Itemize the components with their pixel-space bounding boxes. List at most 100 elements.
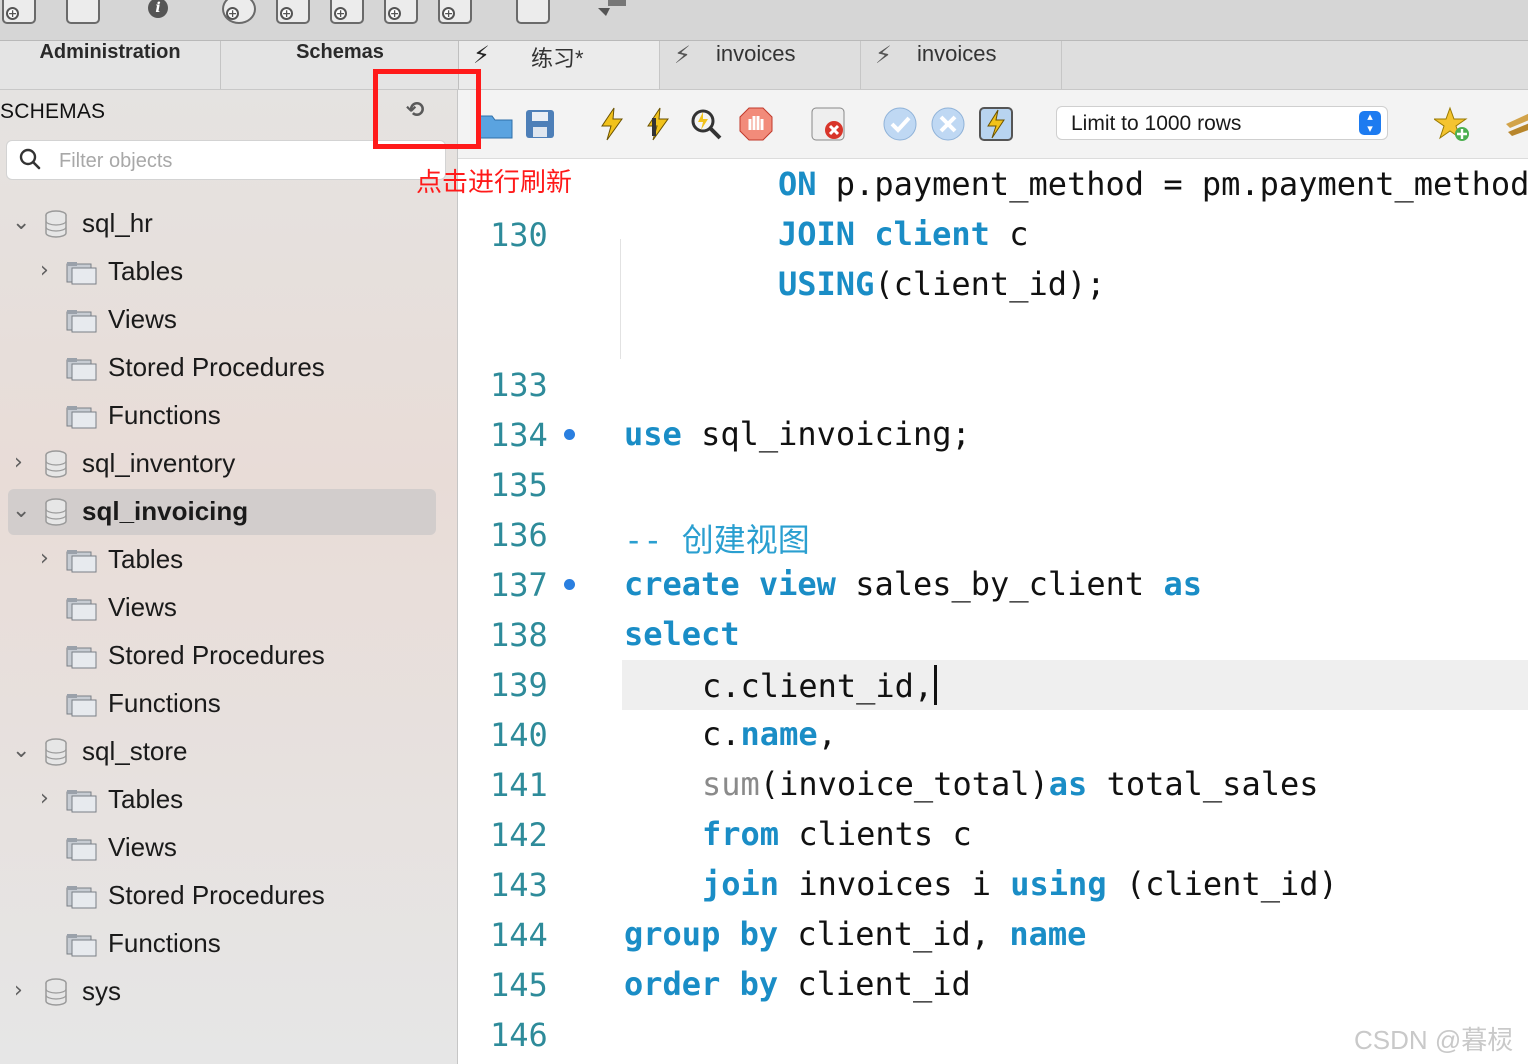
limit-rows-select[interactable]: Limit to 1000 rows ▴ ▾ [1056, 106, 1388, 140]
tree-label: Views [108, 832, 177, 862]
execute-icon[interactable] [594, 106, 630, 142]
create-procedure-icon[interactable]: + [384, 0, 418, 24]
line-number: 141 [490, 766, 548, 804]
database-icon [45, 978, 67, 1006]
schemas-sidebar: SCHEMAS ⟲ ⌄ sql_hr › Tables Views Stored… [0, 90, 458, 1064]
inspector-info-icon[interactable]: i [142, 0, 176, 24]
create-table-icon[interactable]: + [276, 0, 310, 24]
chevron-right-icon[interactable]: › [40, 546, 49, 571]
commit-icon[interactable] [882, 106, 918, 142]
schema-sql-hr[interactable]: ⌄ sql_hr [0, 200, 456, 248]
code-line: 141 sum(invoice_total)as total_sales [458, 760, 1528, 810]
limit-rows-value: Limit to 1000 rows [1071, 112, 1242, 135]
folder-views[interactable]: Views [0, 824, 456, 872]
tree-label: Functions [108, 688, 221, 718]
chevron-down-icon[interactable]: ⌄ [12, 738, 30, 763]
database-icon [45, 738, 67, 766]
refresh-highlight-box [373, 69, 481, 149]
schema-sql-inventory[interactable]: › sql_inventory [0, 440, 456, 488]
folder-tables[interactable]: › Tables [0, 536, 456, 584]
code-comment: -- 创建视图 [624, 521, 810, 559]
folder-icon [66, 358, 97, 381]
tree-label: sql_invoicing [82, 496, 249, 526]
code-line: 135 [458, 460, 1528, 510]
statement-marker-icon [564, 429, 575, 440]
code-text: create view sales_by_client as [624, 565, 1202, 603]
explain-icon[interactable] [688, 106, 724, 142]
query-tab-practice[interactable]: ⚡ 练习* [459, 41, 660, 89]
tab-administration[interactable]: Administration [0, 41, 221, 89]
folder-icon [66, 934, 97, 957]
new-sql-tab-icon[interactable]: + [2, 0, 36, 24]
line-number: 146 [490, 1016, 548, 1054]
code-text: ON p.payment_method = pm.payment_method [778, 165, 1528, 203]
code-text: group by client_id, name [624, 915, 1087, 953]
execute-current-icon[interactable] [640, 106, 676, 142]
tree-label: Functions [108, 400, 221, 430]
line-number: 136 [490, 516, 548, 554]
open-folder-icon[interactable] [478, 106, 514, 142]
code-text: USING(client_id); [778, 265, 1106, 303]
sql-editor[interactable]: ON p.payment_method = pm.payment_method … [458, 159, 1528, 1064]
folder-functions[interactable]: Functions [0, 680, 456, 728]
lightning-icon: ⚡ [674, 41, 691, 69]
folder-tables[interactable]: › Tables [0, 776, 456, 824]
code-line: 138 select [458, 610, 1528, 660]
create-schema-icon[interactable]: + [222, 0, 256, 24]
line-number: 142 [490, 816, 548, 854]
folder-icon [66, 886, 97, 909]
code-text: from clients c [702, 815, 972, 853]
rollback-icon[interactable] [930, 106, 966, 142]
folder-views[interactable]: Views [0, 584, 456, 632]
line-number: 138 [490, 616, 548, 654]
folder-tables[interactable]: › Tables [0, 248, 456, 296]
create-view-icon[interactable]: + [330, 0, 364, 24]
add-snippet-icon[interactable] [1434, 106, 1470, 142]
stop-icon[interactable] [738, 106, 774, 142]
query-tab-label: invoices [917, 41, 997, 66]
search-table-data-icon[interactable] [516, 0, 550, 24]
code-line: 145 order by client_id [458, 960, 1528, 1010]
tree-label: Tables [108, 544, 184, 574]
code-text: use sql_invoicing; [624, 415, 971, 453]
schemas-header: SCHEMAS [0, 100, 106, 123]
beautify-icon[interactable] [1502, 106, 1528, 142]
editor-toolbar: Limit to 1000 rows ▴ ▾ [458, 90, 1528, 159]
code-line: 134 use sql_invoicing; [458, 410, 1528, 460]
schema-sys[interactable]: › sys [0, 968, 456, 1016]
folder-functions[interactable]: Functions [0, 920, 456, 968]
line-number: 130 [490, 216, 548, 254]
tree-label: Tables [108, 256, 184, 286]
open-sql-file-icon[interactable] [66, 0, 100, 24]
create-function-icon[interactable]: + [438, 0, 472, 24]
auto-commit-icon[interactable] [978, 106, 1014, 142]
query-tab-bar: ⚡ 练习* ⚡ invoices ⚡ invoices [458, 41, 1528, 90]
chevron-right-icon[interactable]: › [40, 786, 49, 811]
folder-icon [66, 646, 97, 669]
chevron-down-icon[interactable]: ⌄ [12, 210, 30, 235]
database-icon [45, 450, 67, 478]
chevron-right-icon[interactable]: › [40, 258, 49, 283]
folder-stored-procedures[interactable]: Stored Procedures [0, 872, 456, 920]
code-text: JOIN client c [778, 215, 1029, 253]
query-tab-invoices-2[interactable]: ⚡ invoices [861, 41, 1062, 89]
chevron-right-icon[interactable]: › [14, 978, 23, 1003]
line-number: 133 [490, 366, 548, 404]
chevron-down-icon[interactable]: ⌄ [12, 498, 30, 523]
reconnect-icon[interactable] [594, 0, 628, 24]
folder-stored-procedures[interactable]: Stored Procedures [0, 344, 456, 392]
folder-stored-procedures[interactable]: Stored Procedures [0, 632, 456, 680]
toggle-error-stop-icon[interactable] [810, 106, 846, 142]
save-icon[interactable] [522, 106, 558, 142]
chevron-right-icon[interactable]: › [14, 450, 23, 475]
filter-objects-input[interactable] [57, 145, 441, 177]
schema-sql-invoicing[interactable]: ⌄ sql_invoicing [0, 488, 456, 536]
code-line: 136 -- 创建视图 [458, 510, 1528, 560]
query-tab-invoices[interactable]: ⚡ invoices [660, 41, 861, 89]
schema-sql-store[interactable]: ⌄ sql_store [0, 728, 456, 776]
folder-functions[interactable]: Functions [0, 392, 456, 440]
folder-icon [66, 838, 97, 861]
code-line: 140 c.name, [458, 710, 1528, 760]
folder-views[interactable]: Views [0, 296, 456, 344]
folder-icon [66, 598, 97, 621]
